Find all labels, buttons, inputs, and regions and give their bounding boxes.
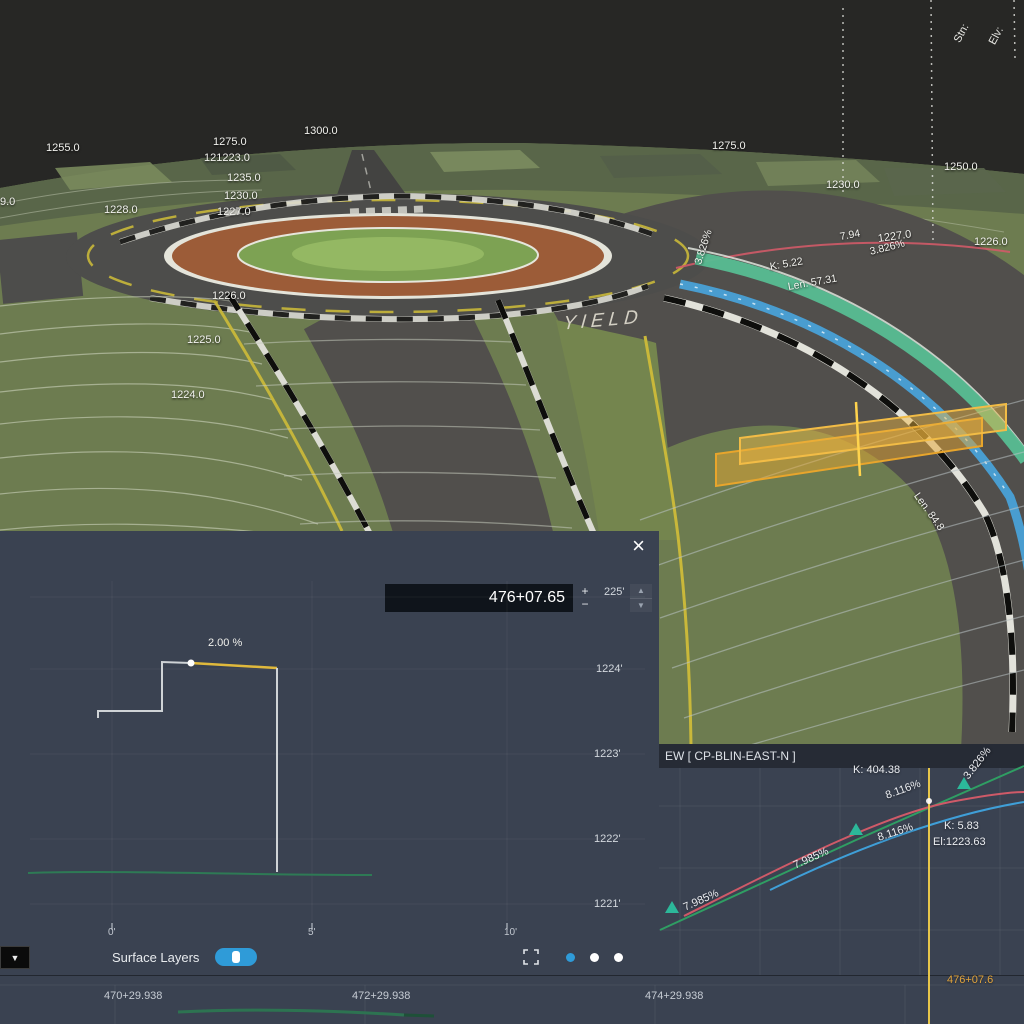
cursor-intersection-dot [926,798,932,804]
page-dots [566,953,623,962]
slope-label: 2.00 % [208,637,242,649]
xsection-footer: Surface Layers [0,939,659,975]
roundabout [66,193,710,321]
profile-existing-ground-line [660,766,1024,930]
section-slope-segment [191,663,277,668]
strip-ground-line-tail [404,1015,434,1016]
profile-design-line-red [684,792,1024,916]
expand-icon[interactable] [522,948,540,966]
toggle-knob [232,951,240,963]
cross-section-chart[interactable] [0,531,659,975]
surface-layers-toggle[interactable] [215,948,257,966]
page-dot[interactable] [566,953,575,962]
xsection-grid [30,581,645,921]
xsection-axis-ticks [112,923,507,930]
strip-ground-line [178,1010,404,1015]
cross-section-panel: × 476+07.65 + − ▲ ▼ [0,531,659,975]
surface-layers-label: Surface Layers [112,950,199,965]
profile-design-line-blue [770,802,1024,890]
chevron-down-icon: ▼ [11,953,20,963]
page-dot[interactable] [590,953,599,962]
page-dot[interactable] [614,953,623,962]
section-ground-line [28,872,372,875]
vpi-markers[interactable] [665,777,971,913]
corner-dropdown[interactable]: ▼ [0,946,30,969]
section-grip-point[interactable] [188,660,195,667]
civil-design-app: 1255.01275.01300.0121223.01235.01230.012… [0,0,1024,1024]
